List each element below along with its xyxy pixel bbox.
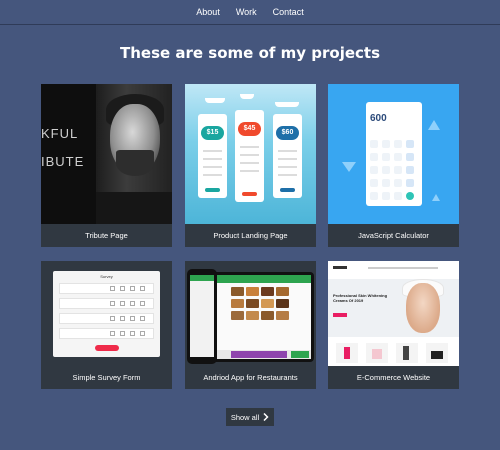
thumb-text: IBUTE: [41, 154, 85, 169]
survey-form-preview: Survey: [53, 271, 160, 357]
project-card-ecommerce[interactable]: Professional Skin Whitening Creams Of 20…: [328, 261, 459, 389]
calculator-display: 600: [370, 113, 387, 124]
project-thumbnail: KFUL IBUTE: [41, 84, 172, 224]
project-thumbnail: Professional Skin Whitening Creams Of 20…: [328, 261, 459, 366]
project-card-tribute[interactable]: KFUL IBUTE Tribute Page: [41, 84, 172, 247]
nav-link-work[interactable]: Work: [228, 7, 265, 17]
project-title: Simple Survey Form: [72, 373, 141, 382]
project-card-product-landing[interactable]: $15 $45 $60 Product Landing Page: [185, 84, 316, 247]
show-all-button[interactable]: Show all: [226, 408, 274, 426]
nav-link-contact[interactable]: Contact: [265, 7, 312, 17]
project-title: JavaScript Calculator: [358, 231, 429, 240]
survey-heading: Survey: [100, 274, 113, 279]
navbar: About Work Contact: [0, 0, 500, 25]
project-card-android[interactable]: Andriod App for Restaurants: [185, 261, 316, 389]
plan-price: $45: [238, 122, 261, 136]
hero-headline: Professional Skin Whitening Creams Of 20…: [333, 293, 388, 303]
thumb-text: KFUL: [41, 126, 79, 141]
project-title: Tribute Page: [85, 231, 128, 240]
calculator-device: 600: [366, 102, 422, 206]
project-title: Andriod App for Restaurants: [203, 373, 298, 382]
project-thumbnail: $15 $45 $60: [185, 84, 316, 224]
model-image: [406, 283, 440, 333]
project-thumbnail: [185, 261, 316, 366]
plan-price: $60: [276, 126, 299, 140]
show-all-label: Show all: [230, 412, 260, 422]
portrait-image: [96, 84, 172, 224]
nav-link-about[interactable]: About: [188, 7, 228, 17]
project-card-calculator[interactable]: 600 JavaScript Calculator: [328, 84, 459, 247]
chevron-right-icon: [263, 413, 269, 421]
section-title: These are some of my projects: [119, 44, 380, 62]
phone-device: [187, 269, 217, 364]
project-thumbnail: Survey: [41, 261, 172, 366]
project-title: Product Landing Page: [213, 231, 288, 240]
project-title: E-Commerce Website: [356, 373, 431, 382]
project-card-survey[interactable]: Survey Simple Survey Form: [41, 261, 172, 389]
project-thumbnail: 600: [328, 84, 459, 224]
plan-price: $15: [201, 126, 224, 140]
